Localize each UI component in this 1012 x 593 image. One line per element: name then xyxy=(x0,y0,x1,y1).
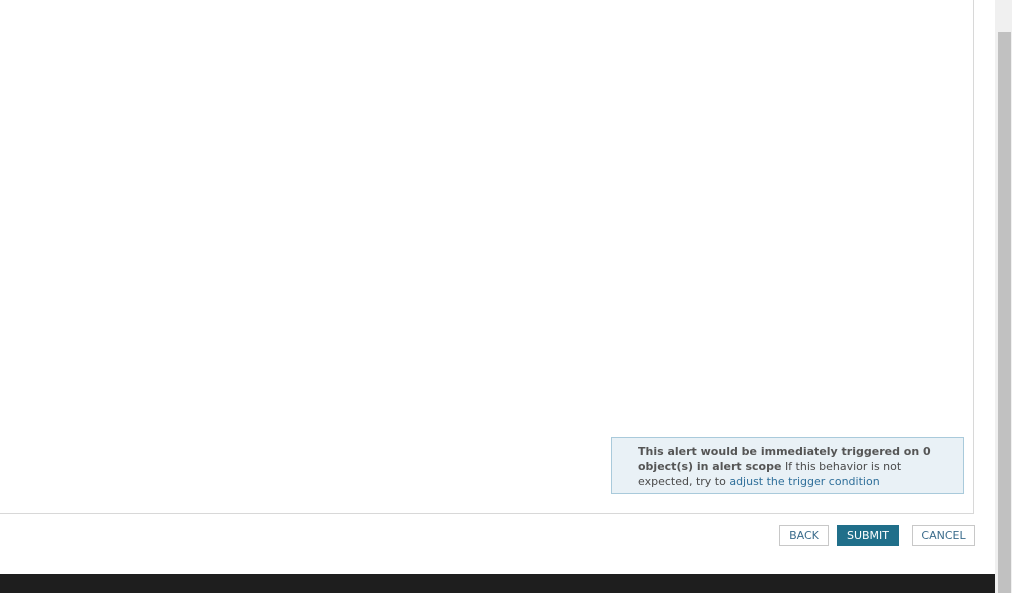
content-panel: This alert would be immediately triggere… xyxy=(0,0,974,514)
trigger-preview-notice: This alert would be immediately triggere… xyxy=(611,437,964,494)
footer-bar xyxy=(0,574,995,593)
vertical-scrollbar-thumb[interactable] xyxy=(998,32,1011,593)
submit-button[interactable]: SUBMIT xyxy=(837,525,899,546)
adjust-trigger-condition-link[interactable]: adjust the trigger condition xyxy=(729,475,879,488)
back-button[interactable]: BACK xyxy=(779,525,829,546)
page-viewport: This alert would be immediately triggere… xyxy=(0,0,995,593)
cancel-button[interactable]: CANCEL xyxy=(912,525,975,546)
